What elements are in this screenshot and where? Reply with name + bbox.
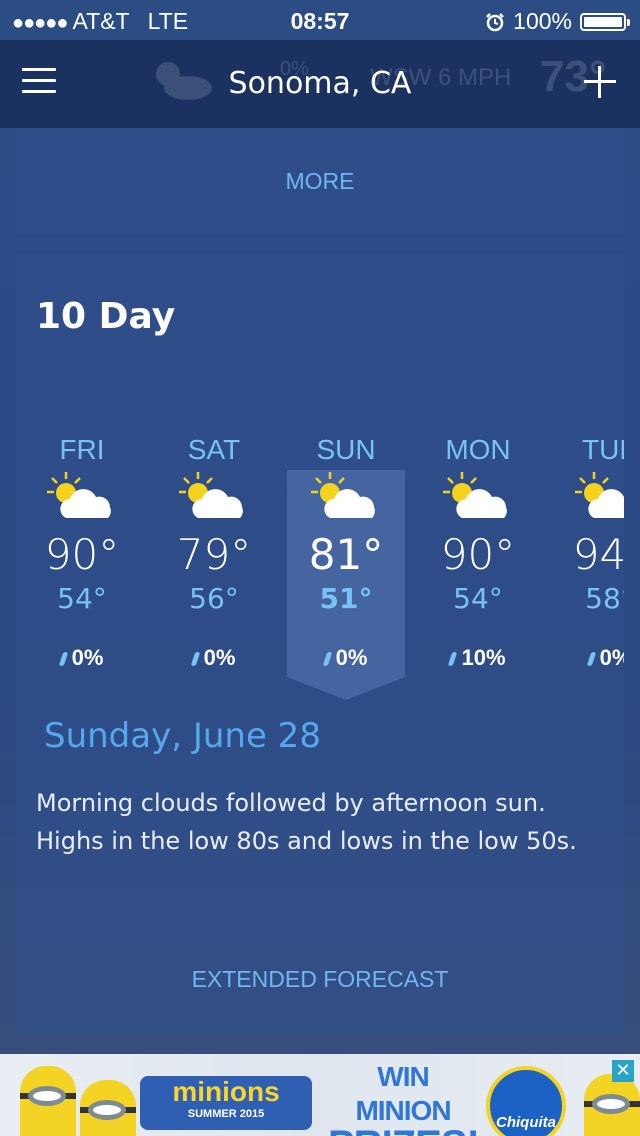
high-temp: 90° [440, 530, 516, 579]
precip-chance: 0% [22, 645, 142, 671]
low-temp: 54° [453, 582, 503, 615]
promo-line2: PRIZES! [328, 1125, 480, 1136]
minion-illustration [584, 1074, 640, 1136]
previous-card: MORE [16, 128, 624, 234]
minion-illustration [20, 1066, 76, 1136]
high-temp: 90° [44, 530, 120, 579]
partly-sunny-icon [154, 470, 274, 532]
plus-icon[interactable] [584, 66, 616, 98]
battery-percent: 100% [513, 8, 572, 34]
high-temp: 79° [176, 530, 252, 579]
minions-logo: minions SUMMER 2015 [140, 1076, 312, 1130]
low-temp: 51° [319, 582, 373, 615]
raindrop-icon [586, 652, 596, 666]
status-bar: ●●●●● AT&T LTE 08:57 100% [0, 0, 640, 40]
alarm-icon [486, 12, 505, 31]
raindrop-icon [190, 652, 200, 666]
day-column[interactable]: TUE 94° 58° 0% [550, 434, 624, 714]
precip-chance: 0% [550, 645, 624, 671]
minions-logo-subtitle: SUMMER 2015 [187, 1108, 265, 1120]
high-temp: 81° [308, 530, 384, 579]
precip-chance: 0% [286, 645, 406, 671]
day-column-selected[interactable]: SUN 81° 51° 0% [286, 434, 406, 714]
status-right: 100% [485, 8, 630, 35]
raindrop-icon [322, 652, 332, 666]
location-title[interactable]: Sonoma, CA [0, 66, 640, 101]
low-temp: 54° [57, 582, 107, 615]
nav-bar: 0% WSW 6 MPH 73° Sonoma, CA [0, 40, 640, 128]
ten-day-title: 10 Day [36, 296, 176, 337]
high-temp: 94° [572, 530, 624, 579]
raindrop-icon [448, 652, 458, 666]
day-name: SAT [187, 434, 241, 465]
day-strip[interactable]: FRI 90° 54° 0% SAT 79° 56° 0% SUN 81° 51… [16, 434, 624, 724]
promo-line1: WIN MINION [355, 1061, 451, 1126]
low-temp: 56° [189, 582, 239, 615]
raindrop-icon [58, 652, 68, 666]
ad-banner[interactable]: minions SUMMER 2015 WIN MINION PRIZES! C… [0, 1054, 640, 1136]
partly-sunny-icon [286, 470, 406, 532]
partly-sunny-icon [22, 470, 142, 532]
day-name: SUN [316, 434, 376, 465]
low-temp: 58° [585, 582, 624, 615]
selected-date: Sunday, June 28 [44, 716, 321, 756]
forecast-description: Morning clouds followed by afternoon sun… [36, 789, 577, 855]
day-column[interactable]: MON 90° 54° 10% [418, 434, 538, 714]
partly-sunny-icon [550, 470, 624, 532]
minion-illustration [80, 1080, 136, 1136]
close-icon[interactable]: ✕ [612, 1060, 634, 1082]
extended-forecast-button[interactable]: EXTENDED FORECAST [16, 966, 624, 993]
day-column[interactable]: SAT 79° 56° 0% [154, 434, 274, 714]
battery-icon [580, 12, 630, 31]
promo-text: WIN MINION PRIZES! [328, 1060, 480, 1136]
day-name: TUE [582, 434, 624, 465]
precip-chance: 0% [154, 645, 274, 671]
ten-day-card: 10 Day FRI 90° 54° 0% SAT 79° 56° 0% SUN… [16, 254, 624, 1034]
partly-sunny-icon [418, 470, 538, 532]
chiquita-logo: Chiquita [486, 1066, 566, 1136]
minions-logo-title: minions [172, 1076, 280, 1107]
more-button[interactable]: MORE [16, 168, 624, 195]
day-column[interactable]: FRI 90° 54° 0% [22, 434, 142, 714]
day-name: MON [445, 434, 511, 465]
day-name: FRI [59, 434, 105, 465]
precip-chance: 10% [418, 645, 538, 671]
